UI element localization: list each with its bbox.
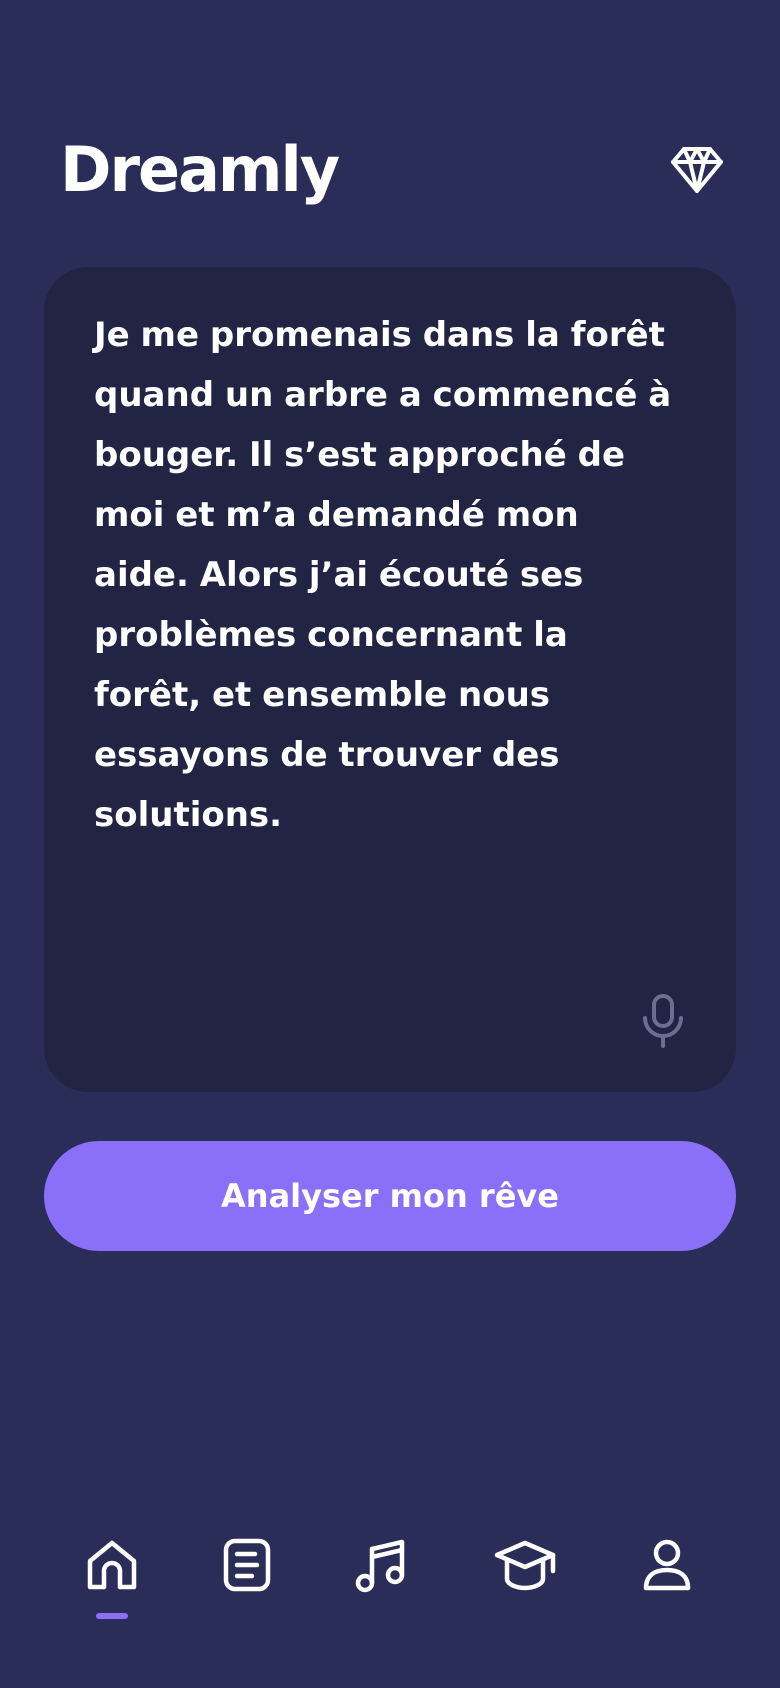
app-header: Dreamly: [60, 130, 725, 210]
voice-input-button[interactable]: [640, 992, 686, 1050]
music-note-icon: [355, 1539, 405, 1593]
graduation-cap-icon: [494, 1540, 556, 1591]
analyze-dream-button[interactable]: Analyser mon rêve: [44, 1141, 736, 1251]
journal-icon: [223, 1538, 271, 1592]
nav-music[interactable]: [346, 1530, 416, 1600]
nav-learn[interactable]: [490, 1530, 560, 1600]
profile-icon: [643, 1539, 691, 1591]
nav-journal[interactable]: [212, 1530, 282, 1600]
microphone-icon: [643, 994, 683, 1048]
nav-profile[interactable]: [632, 1530, 702, 1600]
home-icon: [87, 1540, 137, 1590]
nav-home[interactable]: [77, 1530, 147, 1600]
app-title: Dreamly: [60, 133, 340, 206]
diamond-icon: [671, 147, 723, 193]
active-tab-indicator: [96, 1613, 128, 1619]
dream-text[interactable]: Je me promenais dans la forêt quand un a…: [94, 305, 684, 845]
premium-button[interactable]: [669, 144, 725, 196]
dream-input-card[interactable]: Je me promenais dans la forêt quand un a…: [44, 267, 736, 1092]
